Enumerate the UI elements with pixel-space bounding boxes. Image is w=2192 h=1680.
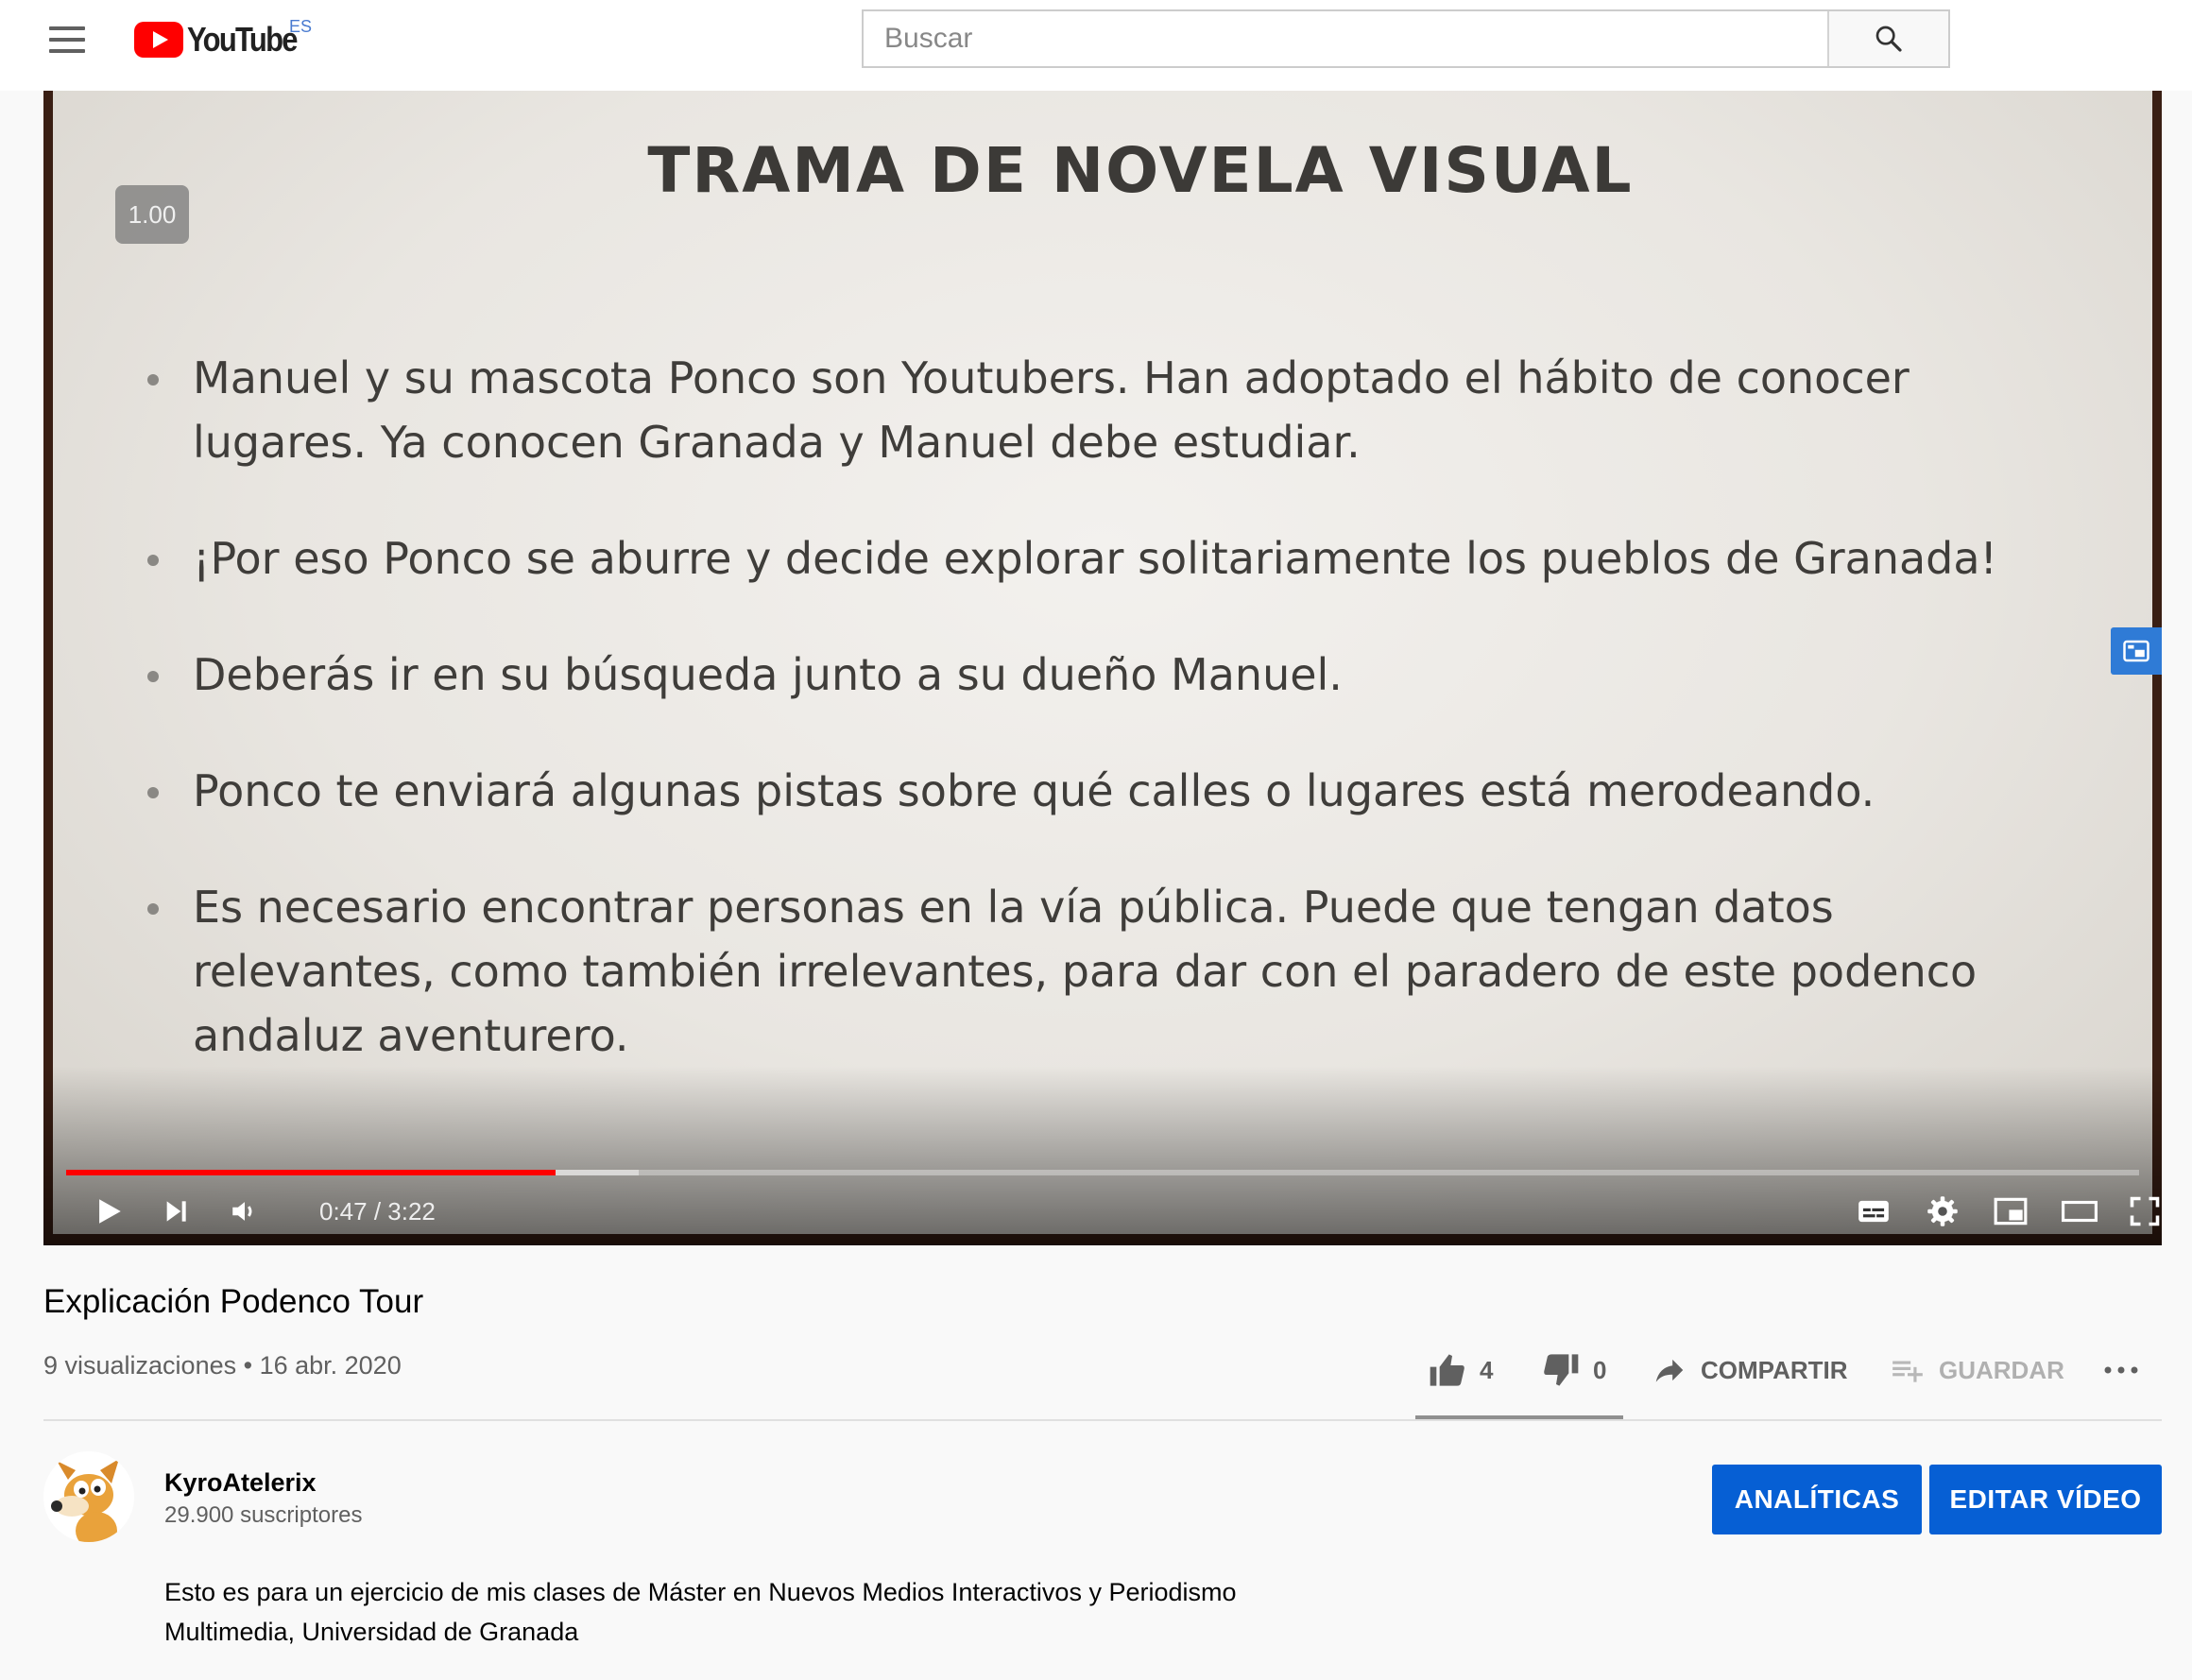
progress-played bbox=[66, 1170, 556, 1175]
upload-date: 16 abr. 2020 bbox=[259, 1351, 402, 1380]
more-actions-button[interactable] bbox=[2101, 1346, 2141, 1395]
bullet-dot bbox=[147, 787, 159, 798]
meta-separator: • bbox=[236, 1351, 260, 1380]
youtube-logo[interactable]: YouTube bbox=[134, 20, 315, 59]
video-frame: TRAMA DE NOVELA VISUAL Manuel y su masco… bbox=[53, 91, 2152, 1234]
miniplayer-icon bbox=[1994, 1197, 2028, 1226]
bullet-text: Ponco te enviará algunas pistas sobre qu… bbox=[193, 765, 1875, 816]
settings-button[interactable] bbox=[1926, 1187, 1960, 1236]
analytics-button[interactable]: ANALÍTICAS bbox=[1712, 1465, 1922, 1534]
video-title: Explicación Podenco Tour bbox=[43, 1283, 424, 1320]
play-icon bbox=[99, 1199, 121, 1224]
slide-title: TRAMA DE NOVELA VISUAL bbox=[647, 134, 1634, 207]
more-horizontal-icon bbox=[2104, 1366, 2138, 1374]
bullet-dot bbox=[147, 374, 159, 386]
player-controls: 0:47 / 3:22 bbox=[66, 1187, 2160, 1236]
slide-bullets: Manuel y su mascota Ponco son Youtubers.… bbox=[147, 346, 2084, 1120]
playback-speed-badge[interactable]: 1.00 bbox=[115, 185, 189, 244]
next-button[interactable] bbox=[161, 1187, 191, 1236]
save-button[interactable]: GUARDAR bbox=[1890, 1346, 2064, 1395]
share-arrow-icon bbox=[1655, 1359, 1684, 1382]
slide-bullet: Deberás ir en su búsqueda junto a su due… bbox=[147, 643, 2084, 707]
thumbs-down-icon bbox=[1544, 1354, 1579, 1386]
region-code: ES bbox=[289, 17, 313, 36]
search-button[interactable] bbox=[1827, 11, 1948, 66]
search-input[interactable] bbox=[864, 11, 1827, 66]
slide-bullet: ¡Por eso Ponco se aburre y decide explor… bbox=[147, 526, 2084, 591]
volume-button[interactable] bbox=[229, 1187, 261, 1236]
share-button[interactable]: COMPARTIR bbox=[1652, 1346, 1848, 1395]
share-label: COMPARTIR bbox=[1701, 1355, 1848, 1384]
channel-name[interactable]: KyroAtelerix bbox=[164, 1468, 317, 1498]
dislike-button[interactable]: 0 bbox=[1542, 1346, 1606, 1395]
side-widget-button[interactable] bbox=[2111, 627, 2162, 675]
subtitles-icon bbox=[1858, 1200, 1889, 1223]
divider bbox=[43, 1419, 2162, 1421]
view-count: 9 visualizaciones bbox=[43, 1351, 237, 1380]
bullet-text: ¡Por eso Ponco se aburre y decide explor… bbox=[193, 533, 1997, 584]
gear-icon bbox=[1927, 1196, 1958, 1226]
miniplayer-button[interactable] bbox=[1992, 1187, 2029, 1236]
volume-icon bbox=[232, 1202, 252, 1221]
play-button[interactable] bbox=[93, 1187, 125, 1236]
channel-avatar[interactable] bbox=[43, 1451, 134, 1542]
hamburger-menu-icon[interactable] bbox=[49, 26, 85, 53]
dog-avatar-icon bbox=[43, 1451, 134, 1542]
subscriber-count: 29.900 suscriptores bbox=[164, 1502, 363, 1528]
search-bar bbox=[862, 9, 1950, 68]
logo-text: YouTube bbox=[187, 20, 299, 59]
next-icon bbox=[166, 1201, 186, 1222]
search-icon bbox=[1875, 26, 1902, 52]
like-count: 4 bbox=[1480, 1355, 1494, 1384]
like-button[interactable]: 4 bbox=[1429, 1346, 1493, 1395]
dislike-count: 0 bbox=[1593, 1355, 1607, 1384]
fullscreen-icon bbox=[2130, 1196, 2160, 1226]
edit-video-button[interactable]: EDITAR VÍDEO bbox=[1929, 1465, 2162, 1534]
current-time: 0:47 bbox=[319, 1196, 368, 1226]
bullet-dot bbox=[147, 671, 159, 682]
bullet-text: Manuel y su mascota Ponco son Youtubers.… bbox=[193, 352, 1909, 468]
bullet-dot bbox=[147, 555, 159, 566]
bullet-text: Es necesario encontrar personas en la ví… bbox=[193, 882, 1978, 1061]
video-player[interactable]: TRAMA DE NOVELA VISUAL Manuel y su masco… bbox=[43, 91, 2162, 1245]
subtitles-button[interactable] bbox=[1856, 1187, 1892, 1236]
bullet-text: Deberás ir en su búsqueda junto a su due… bbox=[193, 649, 1343, 700]
masthead: YouTube ES bbox=[0, 0, 2192, 91]
fullscreen-button[interactable] bbox=[2128, 1187, 2162, 1236]
theater-mode-icon bbox=[2062, 1200, 2098, 1223]
slide-bullet: Ponco te enviará algunas pistas sobre qu… bbox=[147, 759, 2084, 823]
video-description: Esto es para un ejercicio de mis clases … bbox=[164, 1578, 1237, 1646]
duration: 3:22 bbox=[387, 1196, 436, 1226]
bullet-dot bbox=[147, 903, 159, 915]
slide-bullet: Manuel y su mascota Ponco son Youtubers.… bbox=[147, 346, 2084, 474]
time-display: 0:47 / 3:22 bbox=[319, 1187, 436, 1236]
youtube-play-logo-icon bbox=[134, 22, 183, 58]
video-meta: 9 visualizaciones • 16 abr. 2020 bbox=[43, 1351, 402, 1380]
slide-bullet: Es necesario encontrar personas en la ví… bbox=[147, 875, 2084, 1068]
theater-mode-button[interactable] bbox=[2060, 1187, 2099, 1236]
thumbs-up-icon bbox=[1430, 1354, 1464, 1386]
time-separator: / bbox=[367, 1196, 388, 1226]
screen-share-icon bbox=[2123, 640, 2149, 662]
save-label: GUARDAR bbox=[1939, 1355, 2064, 1384]
progress-bar[interactable] bbox=[66, 1170, 2139, 1175]
playlist-add-icon bbox=[1892, 1361, 1923, 1382]
